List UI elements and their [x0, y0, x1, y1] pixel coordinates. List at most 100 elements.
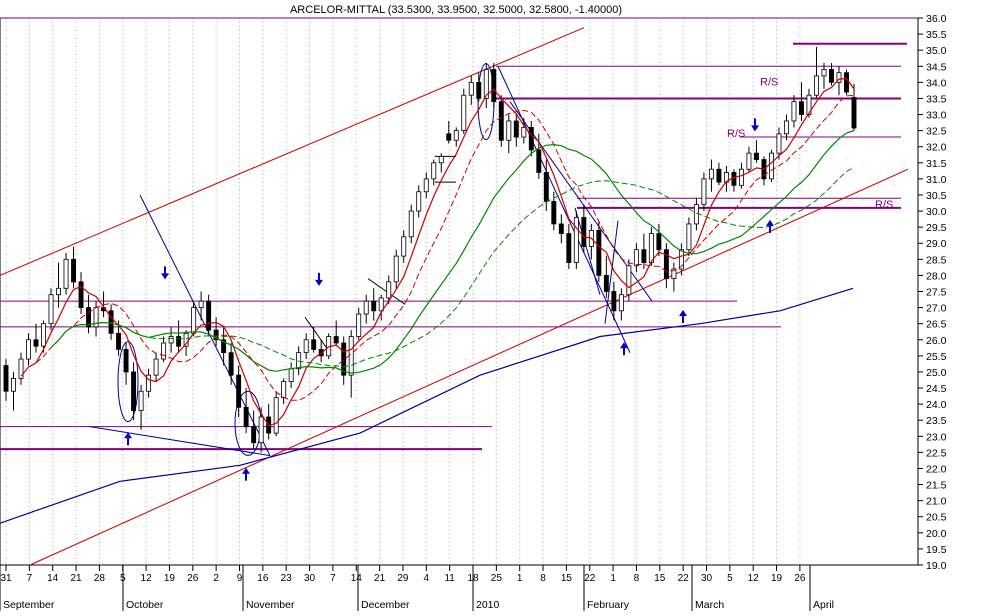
y-tick-label: 33.0 [926, 110, 947, 122]
candle-body [348, 336, 354, 376]
y-tick-label: 24.5 [926, 383, 947, 395]
x-tick-label: 19 [164, 573, 176, 584]
candle-body [476, 81, 482, 99]
candle [273, 391, 279, 437]
x-tick-label: 16 [257, 573, 269, 584]
candle-body [11, 377, 16, 392]
candle [498, 95, 504, 147]
candle-body [776, 133, 782, 154]
candle-body [799, 101, 804, 115]
month-label: November [246, 599, 295, 611]
y-tick-label: 31.0 [926, 174, 947, 186]
candle [206, 294, 212, 337]
candle-body [33, 339, 39, 347]
x-tick-label: 7 [27, 573, 33, 584]
x-tick-label: 21 [374, 573, 386, 584]
candle-body [611, 291, 617, 312]
candle-body [536, 149, 542, 173]
candle [48, 288, 54, 331]
candle-body [506, 120, 512, 141]
candle-body [363, 300, 369, 315]
candle-body [3, 365, 9, 392]
candle-body [566, 233, 572, 263]
x-tick-label: 28 [94, 573, 106, 584]
month-label: October [126, 599, 164, 611]
candle-body [63, 258, 69, 289]
candle-body [716, 168, 722, 183]
candle-body [528, 127, 534, 151]
x-tick-label: 31 [0, 573, 12, 584]
y-tick-label: 28.0 [926, 270, 947, 282]
candle-body [41, 323, 46, 347]
x-tick-label: 14 [47, 573, 59, 584]
y-tick-label: 29.5 [926, 222, 947, 234]
candle-body [626, 265, 632, 296]
candle-body [206, 300, 212, 331]
candle [626, 259, 632, 302]
x-tick-label: 14 [351, 573, 363, 584]
x-tick-label: 19 [771, 573, 783, 584]
candle-body [851, 97, 857, 129]
candle-body [656, 233, 662, 251]
candle-body [596, 229, 602, 276]
y-tick-label: 32.5 [926, 126, 947, 138]
candle-body [243, 406, 249, 428]
candle-body [393, 255, 399, 283]
month-label: April [813, 599, 834, 611]
candle-body [281, 381, 287, 399]
candle-body [633, 249, 639, 267]
y-tick-label: 33.5 [926, 93, 947, 105]
candle-body [198, 300, 204, 308]
candle-body [738, 168, 744, 186]
candle-body [753, 152, 759, 160]
candle-body [821, 69, 827, 77]
candle-body [453, 130, 459, 141]
candle-body [768, 152, 774, 180]
x-tick-label: 9 [237, 573, 243, 584]
candle [573, 211, 579, 269]
x-tick-label: 2 [213, 573, 219, 584]
candle-body [228, 352, 234, 376]
candle-body [746, 152, 752, 170]
candle-body [648, 233, 654, 263]
candle [491, 63, 497, 109]
chart-container: R/S R/S R/S 19.0 19.5 20.0 20.5 21.0 21.5 22.0 22… [0, 0, 992, 611]
candle-body [431, 162, 437, 180]
candle-body [491, 69, 497, 103]
candle-body [386, 281, 392, 299]
y-tick-label: 24.0 [926, 399, 947, 411]
candle-body [461, 94, 467, 132]
y-tick-label: 27.5 [926, 287, 947, 299]
y-tick-label: 23.5 [926, 415, 947, 427]
candle-body [641, 249, 647, 263]
x-tick-label: 26 [187, 573, 199, 584]
y-tick-label: 28.5 [926, 254, 947, 266]
candle-body [131, 371, 137, 411]
x-tick-label: 15 [654, 573, 666, 584]
candle-body [123, 349, 129, 373]
candle-body [498, 101, 504, 141]
y-tick-label: 22.5 [926, 447, 947, 459]
y-tick-label: 30.0 [926, 206, 947, 218]
y-tick-label: 19.0 [926, 560, 947, 572]
x-tick-label: 22 [584, 573, 596, 584]
x-tick-label: 25 [491, 573, 503, 584]
candle-body [78, 281, 84, 308]
x-tick-label: 12 [141, 573, 153, 584]
candle-body [513, 120, 519, 138]
rs-label: R/S [875, 199, 893, 211]
candle-body [56, 287, 61, 296]
month-label: March [695, 599, 724, 611]
y-tick-label: 26.5 [926, 319, 947, 331]
candle-body [236, 374, 242, 408]
candle-body [438, 155, 444, 164]
candle-body [191, 307, 197, 334]
candle-body [791, 101, 797, 122]
y-tick-label: 35.0 [926, 45, 947, 57]
candle-body [401, 236, 407, 257]
candle-body [153, 358, 159, 376]
candle-body [468, 81, 474, 96]
y-tick-label: 29.0 [926, 238, 947, 250]
chart-title: ARCELOR-MITTAL (33.5300, 33.9500, 32.500… [290, 4, 622, 16]
x-tick-label: 30 [701, 573, 713, 584]
